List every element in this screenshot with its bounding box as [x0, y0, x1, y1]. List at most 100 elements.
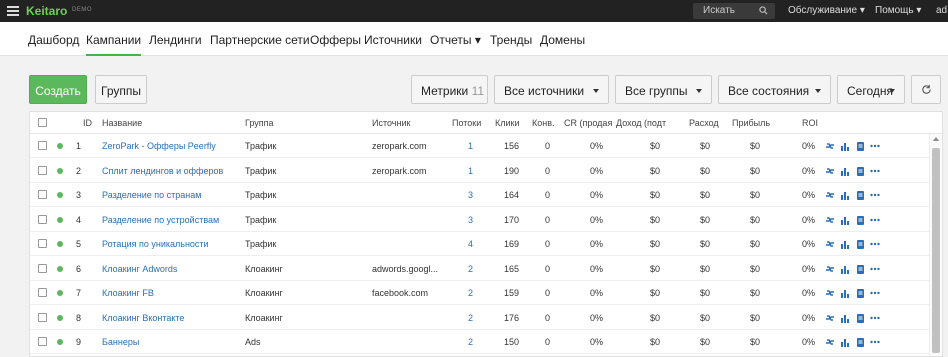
cell-name[interactable]: Клоакинг FB [102, 288, 154, 298]
states-dropdown[interactable]: Все состояния [718, 75, 831, 104]
cell-streams[interactable]: 2 [468, 337, 473, 347]
cell-streams[interactable]: 1 [468, 166, 473, 176]
more-icon[interactable] [870, 166, 880, 176]
row-checkbox[interactable] [38, 239, 47, 248]
nav-domains[interactable]: Домены [540, 33, 585, 47]
row-checkbox[interactable] [38, 312, 47, 322]
document-icon[interactable] [855, 166, 865, 176]
col-conversions[interactable]: Конв. [532, 118, 555, 128]
chart-icon[interactable] [840, 166, 850, 176]
account-menu[interactable]: ad [936, 5, 947, 16]
more-icon[interactable] [870, 288, 880, 298]
cell-streams[interactable]: 2 [468, 288, 473, 298]
link-icon[interactable] [825, 190, 835, 200]
chart-icon[interactable] [840, 190, 850, 200]
row-checkbox[interactable] [38, 337, 47, 346]
more-icon[interactable] [870, 141, 880, 151]
cell-streams[interactable]: 4 [468, 239, 473, 249]
cell-streams[interactable]: 3 [468, 190, 473, 200]
document-icon[interactable] [855, 288, 865, 298]
period-dropdown[interactable]: Сегодня [837, 75, 905, 104]
cell-name[interactable]: Ротация по уникальности [102, 239, 209, 249]
row-checkbox[interactable] [38, 214, 47, 224]
table-row[interactable]: 7 Клоакинг FB Клоакинг facebook.com 2 159 0 0% $… [30, 281, 930, 305]
link-icon[interactable] [825, 141, 835, 151]
more-icon[interactable] [870, 264, 880, 274]
nav-landings[interactable]: Лендинги [149, 33, 202, 47]
col-revenue[interactable]: Доход (подт [616, 118, 666, 128]
sources-dropdown[interactable]: Все источники [494, 75, 609, 104]
cell-name[interactable]: Разделение по устройствам [102, 215, 219, 225]
document-icon[interactable] [855, 141, 865, 151]
more-icon[interactable] [870, 313, 880, 323]
select-all-checkbox[interactable] [38, 118, 47, 127]
nav-dashboard[interactable]: Дашборд [28, 33, 79, 47]
row-checkbox[interactable] [38, 165, 47, 175]
link-icon[interactable] [825, 215, 835, 225]
col-id[interactable]: ID [83, 118, 92, 128]
metrics-button[interactable]: Метрики 11 [411, 75, 488, 104]
cell-streams[interactable]: 2 [468, 313, 473, 323]
table-row[interactable]: 3 Разделение по странам Трафик 3 164 0 0% $0 $0 $… [30, 183, 930, 207]
table-row[interactable]: 4 Разделение по устройствам Трафик 3 170 0 0% $… [30, 208, 930, 232]
table-row[interactable]: 6 Клоакинг Adwords Клоакинг adwords.googl..… [30, 257, 930, 281]
col-profit[interactable]: Прибыль [732, 118, 770, 128]
table-row[interactable]: 5 Ротация по уникальности Трафик 4 169 0 0% $0 $… [30, 232, 930, 256]
nav-campaigns[interactable]: Кампании [86, 33, 142, 56]
row-checkbox[interactable] [38, 288, 47, 297]
cell-name[interactable]: Клоакинг Adwords [102, 264, 177, 274]
link-icon[interactable] [825, 264, 835, 274]
cell-name[interactable]: ZeroPark - Офферы Peerfly [102, 141, 216, 151]
cell-streams[interactable]: 3 [468, 215, 473, 225]
vertical-scrollbar[interactable] [929, 134, 941, 356]
create-button[interactable]: Создать [29, 75, 87, 104]
groups-button[interactable]: Группы [95, 75, 147, 104]
row-checkbox[interactable] [38, 190, 47, 199]
chart-icon[interactable] [840, 264, 850, 274]
groups-dropdown[interactable]: Все группы [615, 75, 712, 104]
table-row[interactable]: 1 ZeroPark - Офферы Peerfly Трафик zeropark… [30, 134, 930, 158]
refresh-button[interactable] [911, 75, 941, 104]
col-source[interactable]: Источник [372, 118, 410, 128]
link-icon[interactable] [825, 288, 835, 298]
nav-sources[interactable]: Источники [364, 33, 422, 47]
document-icon[interactable] [855, 313, 865, 323]
chart-icon[interactable] [840, 215, 850, 225]
row-checkbox[interactable] [38, 263, 47, 273]
cell-name[interactable]: Баннеры [102, 337, 139, 347]
link-icon[interactable] [825, 337, 835, 347]
link-icon[interactable] [825, 166, 835, 176]
link-icon[interactable] [825, 313, 835, 323]
nav-trends[interactable]: Тренды [490, 33, 532, 47]
table-row[interactable]: 9 Баннеры Ads 2 150 0 0% $0 $0 $0 0% [30, 330, 930, 354]
chart-icon[interactable] [840, 337, 850, 347]
help-menu[interactable]: Помощь ▾ [875, 5, 921, 16]
table-row[interactable]: 2 Сплит лендингов и офферов Трафик zeropark… [30, 159, 930, 183]
col-clicks[interactable]: Клики [495, 118, 520, 128]
nav-reports[interactable]: Отчеты ▾ [430, 33, 481, 47]
logo[interactable]: Keitaro [26, 4, 67, 18]
chart-icon[interactable] [840, 239, 850, 249]
table-row[interactable]: 8 Клоакинг Вконтакте Клоакинг 2 176 0 0% $0 $0 $0… [30, 306, 930, 330]
document-icon[interactable] [855, 215, 865, 225]
col-name[interactable]: Название [102, 118, 142, 128]
col-cost[interactable]: Расход [689, 118, 719, 128]
cell-streams[interactable]: 1 [468, 141, 473, 151]
link-icon[interactable] [825, 239, 835, 249]
document-icon[interactable] [855, 264, 865, 274]
cell-name[interactable]: Сплит лендингов и офферов [102, 166, 223, 176]
col-group[interactable]: Группа [245, 118, 274, 128]
document-icon[interactable] [855, 190, 865, 200]
chart-icon[interactable] [840, 141, 850, 151]
document-icon[interactable] [855, 239, 865, 249]
cell-streams[interactable]: 2 [468, 264, 473, 274]
search-box[interactable]: Искать [693, 3, 775, 19]
nav-offers[interactable]: Офферы [310, 33, 361, 47]
document-icon[interactable] [855, 337, 865, 347]
cell-name[interactable]: Клоакинг Вконтакте [102, 313, 184, 323]
cell-name[interactable]: Разделение по странам [102, 190, 201, 200]
hamburger-icon[interactable] [7, 4, 19, 18]
more-icon[interactable] [870, 337, 880, 347]
row-checkbox[interactable] [38, 141, 47, 150]
col-cr[interactable]: CR (продая [564, 118, 612, 128]
